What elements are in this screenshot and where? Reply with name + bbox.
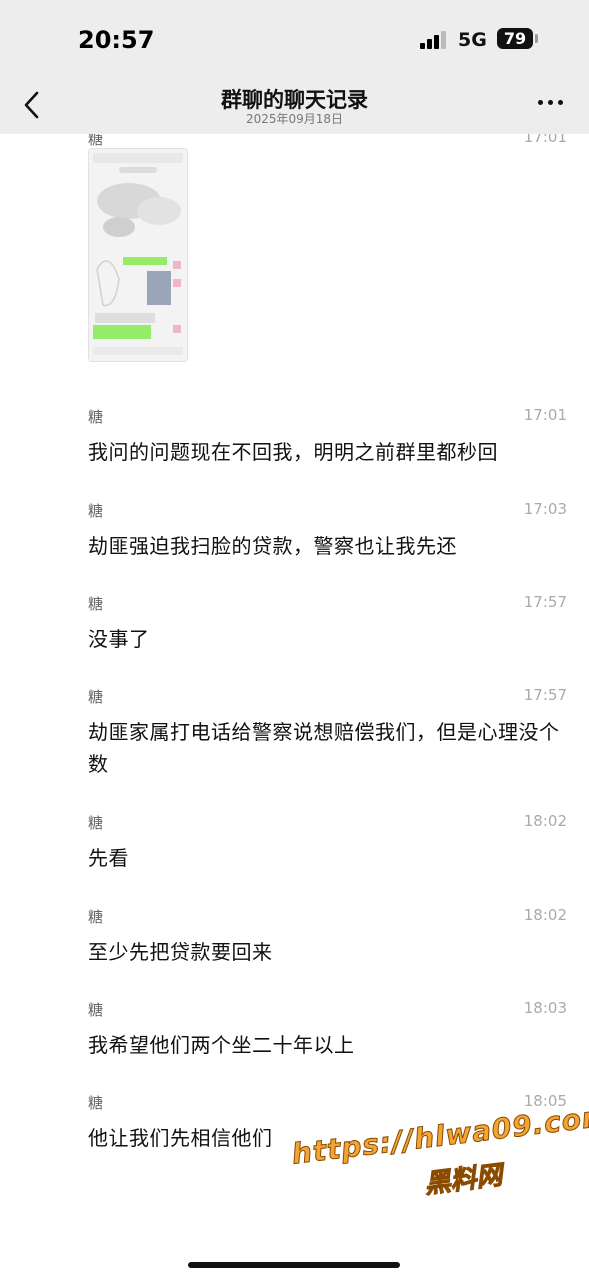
chat-message: 糖 17:01 我问的问题现在不回我，明明之前群里都秒回 (0, 406, 589, 466)
status-bar: 20:57 5G 79 (0, 0, 589, 80)
battery-tip (535, 34, 538, 43)
cellular-signal-icon (420, 31, 450, 49)
home-indicator[interactable] (188, 1262, 400, 1268)
chat-message: 糖 17:03 劫匪强迫我扫脸的贷款，警察也让我先还 (0, 500, 589, 560)
message-text: 先看 (88, 846, 129, 870)
chat-message: 糖 18:03 我希望他们两个坐二十年以上 (0, 999, 589, 1059)
message-sender: 糖 (88, 595, 104, 613)
message-text: 我希望他们两个坐二十年以上 (88, 1033, 355, 1057)
message-sender: 糖 (88, 688, 104, 706)
message-sender: 糖 (88, 814, 104, 832)
battery-level: 79 (503, 29, 527, 48)
nav-bar: 群聊的聊天记录 2025年09月18日 (0, 80, 589, 134)
page-subtitle-date: 2025年09月18日 (245, 112, 344, 126)
message-time: 17:03 (523, 500, 567, 518)
status-time: 20:57 (78, 26, 155, 54)
chat-record-list[interactable]: 糖 17:01 糖 17:01 我问的问题现在不回我，明明之前群里都秒回 糖 1… (0, 134, 589, 1280)
message-text: 劫匪家属打电话给警察说想赔偿我们，但是心理没个数 (88, 720, 560, 776)
message-time: 17:01 (523, 134, 567, 146)
message-sender: 糖 (88, 1001, 104, 1019)
chat-message: 糖 17:57 没事了 (0, 593, 589, 653)
chat-message: 糖 18:02 至少先把贷款要回来 (0, 906, 589, 966)
message-time: 18:02 (523, 906, 567, 924)
message-time: 17:57 (523, 593, 567, 611)
network-type: 5G (458, 29, 487, 51)
message-time: 17:57 (523, 686, 567, 704)
message-text: 至少先把贷款要回来 (88, 940, 273, 964)
message-time: 18:03 (523, 999, 567, 1017)
message-sender: 糖 (88, 134, 104, 148)
message-sender: 糖 (88, 908, 104, 926)
screenshot-thumbnail[interactable] (88, 148, 188, 362)
image-message: 糖 17:01 (0, 134, 589, 368)
battery-icon: 79 (497, 28, 533, 49)
message-time: 17:01 (523, 406, 567, 424)
chat-message: 糖 17:57 劫匪家属打电话给警察说想赔偿我们，但是心理没个数 (0, 686, 589, 782)
message-sender: 糖 (88, 1094, 104, 1112)
message-sender: 糖 (88, 502, 104, 520)
chat-message: 糖 18:02 先看 (0, 812, 589, 872)
message-text: 我问的问题现在不回我，明明之前群里都秒回 (88, 440, 498, 464)
message-time: 18:02 (523, 812, 567, 830)
message-text: 没事了 (88, 627, 150, 651)
message-text: 劫匪强迫我扫脸的贷款，警察也让我先还 (88, 534, 457, 558)
message-sender: 糖 (88, 408, 104, 426)
more-options-icon[interactable] (538, 100, 566, 108)
